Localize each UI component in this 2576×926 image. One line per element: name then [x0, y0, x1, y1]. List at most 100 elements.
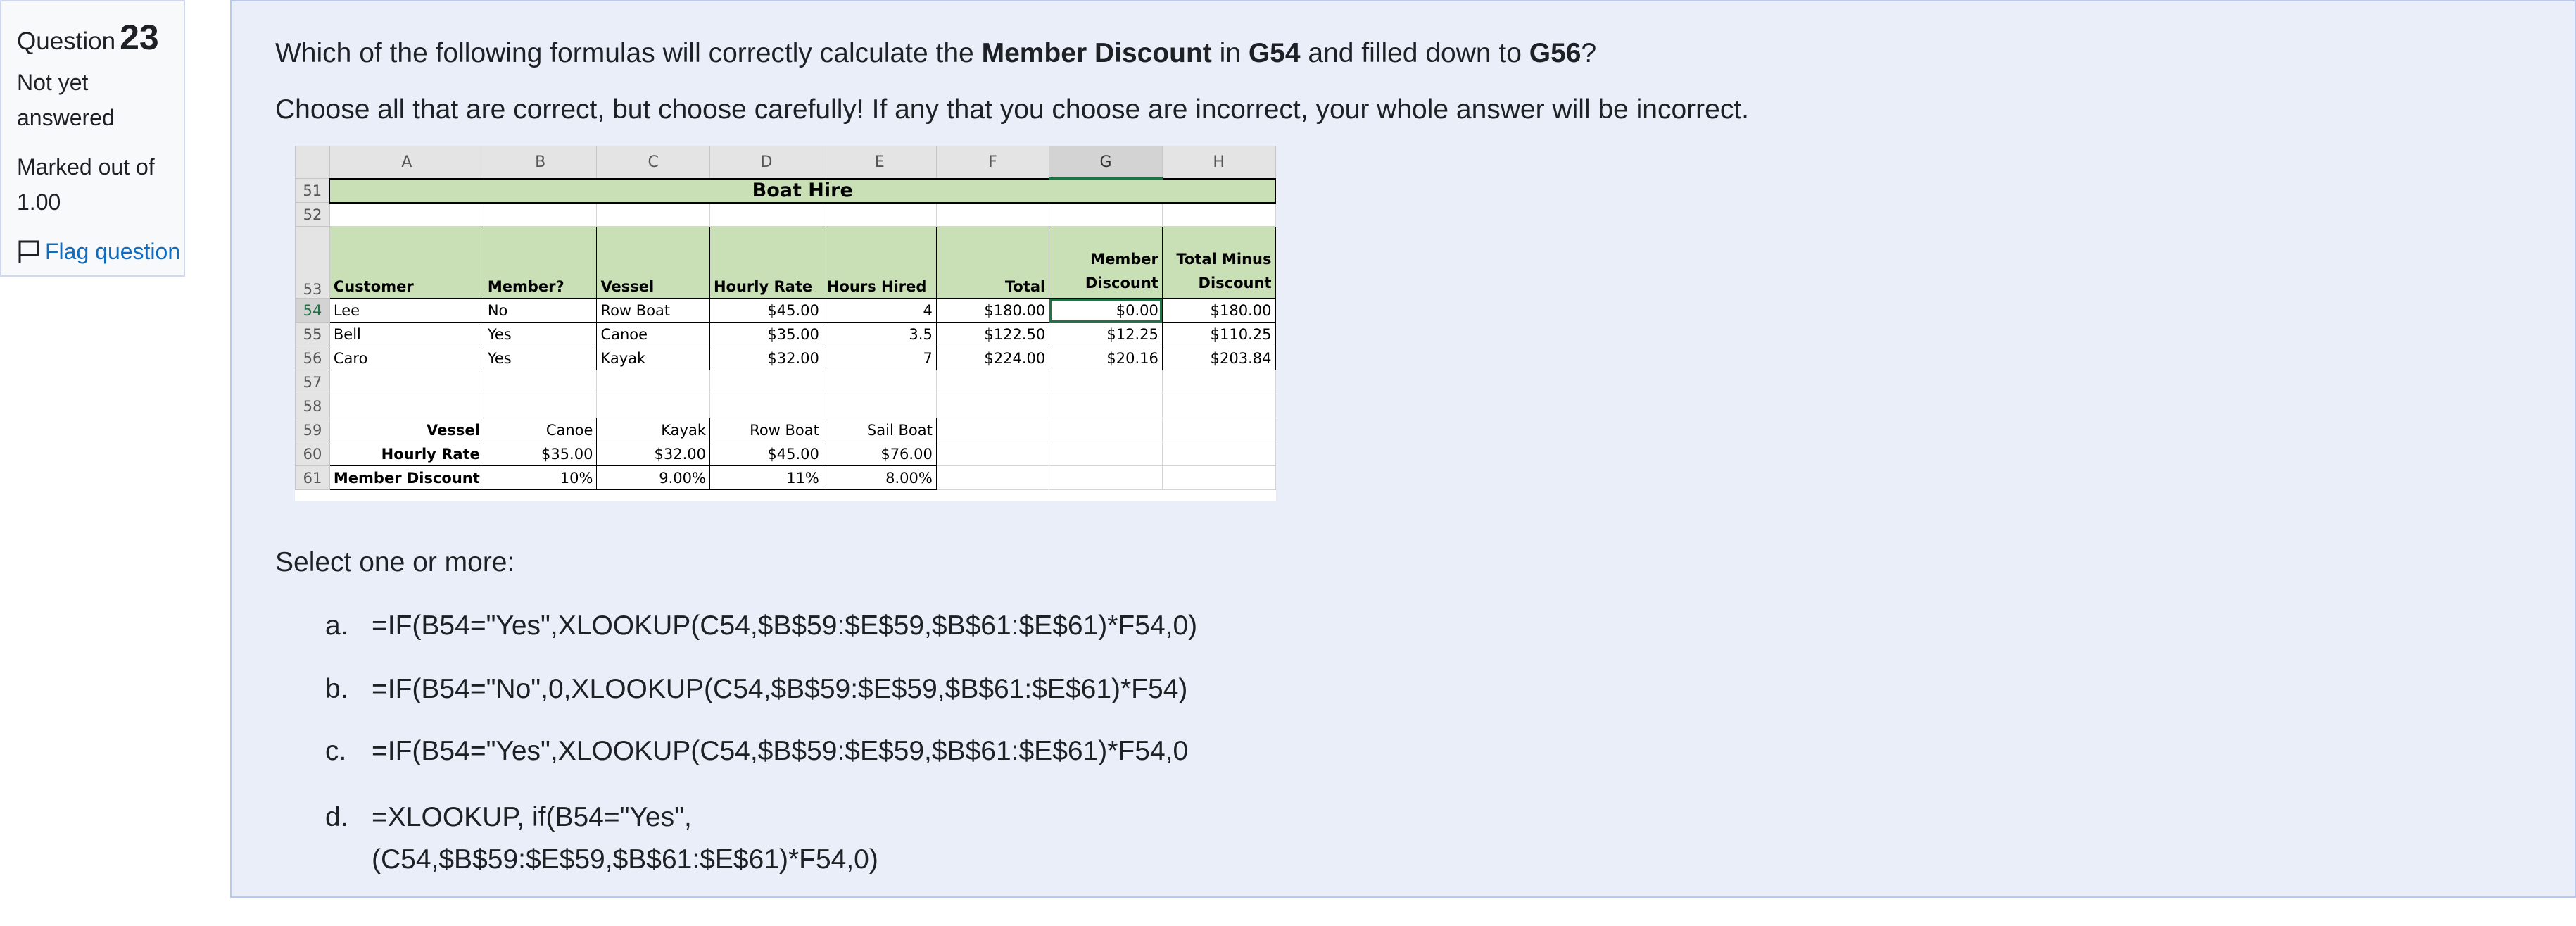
flag-question-link[interactable]: Flag question — [17, 234, 200, 269]
column-header-b: B — [483, 146, 598, 179]
sheet-title: Boat Hire — [329, 177, 1276, 204]
lookup-cell: Kayak — [596, 418, 710, 442]
question-instruction: Choose all that are correct, but choose … — [275, 94, 1750, 125]
row-number: 60 — [295, 442, 330, 466]
lookup-cell: Sail Boat — [822, 418, 937, 442]
cell-vessel: Kayak — [596, 346, 710, 370]
cell-customer: Caro — [329, 346, 484, 370]
cell — [1049, 465, 1163, 490]
question-number: 23 — [120, 18, 159, 57]
cell — [935, 394, 1050, 418]
lookup-cell: Row Boat — [709, 418, 823, 442]
lookup-label-member-discount: Member Discount — [329, 465, 484, 490]
row-number: 52 — [295, 202, 330, 227]
question-label: Question — [17, 27, 116, 55]
option-letter: d. — [325, 802, 348, 832]
row-number: 56 — [295, 346, 330, 370]
sheet-row-60: 60 Hourly Rate $35.00 $32.00 $45.00 $76.… — [295, 442, 1276, 466]
answer-option-b[interactable]: b. =IF(B54="No",0,XLOOKUP(C54,$B$59:$E$59… — [325, 674, 1187, 705]
cell-member-discount: $12.25 — [1049, 322, 1163, 346]
lookup-cell: $45.00 — [709, 442, 823, 466]
lookup-cell: 10% — [483, 465, 598, 490]
option-text-continuation: (C54,$B$59:$E$59,$B$61:$E$61)*F54,0) — [372, 844, 878, 875]
spreadsheet-image: A B C D E F G H 51 Boat Hire 52 53 Custo… — [295, 146, 1276, 501]
select-prompt: Select one or more: — [275, 547, 515, 577]
question-text-part: ? — [1581, 38, 1597, 68]
cell-total: $180.00 — [935, 298, 1050, 323]
cell-customer: Lee — [329, 298, 484, 323]
cell-hourly-rate: $35.00 — [709, 322, 823, 346]
option-text: =XLOOKUP, if(B54="Yes", — [372, 802, 692, 832]
question-state: Not yet answered — [17, 70, 115, 130]
cell-member-discount: $20.16 — [1049, 346, 1163, 370]
cell — [329, 394, 484, 418]
row-number: 57 — [295, 370, 330, 394]
lookup-cell: 8.00% — [822, 465, 937, 490]
option-letter: a. — [325, 611, 348, 641]
lookup-cell: Canoe — [483, 418, 598, 442]
option-letter: c. — [325, 736, 347, 766]
sheet-row-51: 51 Boat Hire — [295, 177, 1276, 204]
column-header-e: E — [822, 146, 937, 179]
cell — [1161, 418, 1276, 442]
sheet-corner — [295, 146, 330, 179]
answer-option-c[interactable]: c. =IF(B54="Yes",XLOOKUP(C54,$B$59:$E$59,… — [325, 736, 1188, 767]
row-number: 55 — [295, 322, 330, 346]
question-text-part: in — [1211, 38, 1249, 68]
lookup-cell: $35.00 — [483, 442, 598, 466]
question-text-bold-member-discount: Member Discount — [981, 38, 1212, 68]
cell-member: Yes — [483, 322, 598, 346]
answer-option-a[interactable]: a. =IF(B54="Yes",XLOOKUP(C54,$B$59:$E$59,… — [325, 611, 1197, 642]
sheet-row-54: 54 Lee No Row Boat $45.00 4 $180.00 $0.0… — [295, 298, 1276, 323]
lookup-cell: $32.00 — [596, 442, 710, 466]
column-header-f: F — [935, 146, 1050, 179]
cell — [1161, 465, 1276, 490]
cell — [1161, 202, 1276, 227]
answer-option-d[interactable]: d. =XLOOKUP, if(B54="Yes", — [325, 802, 692, 833]
lookup-label-hourly-rate: Hourly Rate — [329, 442, 484, 466]
question-grade: Marked out of 1.00 — [17, 154, 155, 215]
question-content: Which of the following formulas will cor… — [230, 0, 2576, 898]
cell — [596, 202, 710, 227]
cell — [709, 370, 823, 394]
cell — [935, 370, 1050, 394]
row-number: 54 — [295, 298, 330, 323]
header-member-discount: Member Discount — [1049, 226, 1163, 299]
cell — [329, 202, 484, 227]
cell-hourly-rate: $32.00 — [709, 346, 823, 370]
cell — [1049, 394, 1163, 418]
cell — [1049, 370, 1163, 394]
sheet-row-59: 59 Vessel Canoe Kayak Row Boat Sail Boat — [295, 418, 1276, 442]
cell-total-minus: $180.00 — [1161, 298, 1276, 323]
row-number: 51 — [295, 178, 330, 203]
question-text: Which of the following formulas will cor… — [275, 38, 1596, 69]
column-header-d: D — [709, 146, 823, 179]
cell — [1049, 418, 1163, 442]
cell — [1161, 442, 1276, 466]
header-total-minus-discount: Total Minus Discount — [1161, 226, 1276, 299]
sheet-row-56: 56 Caro Yes Kayak $32.00 7 $224.00 $20.1… — [295, 346, 1276, 370]
question-text-bold-g54: G54 — [1248, 38, 1301, 68]
column-header-row: A B C D E F G H — [295, 146, 1276, 180]
option-letter: b. — [325, 674, 348, 704]
sheet-header-row: 53 Customer Member? Vessel Hourly Rate H… — [295, 226, 1276, 299]
cell — [935, 465, 1050, 490]
question-text-bold-g56: G56 — [1529, 38, 1581, 68]
header-customer: Customer — [329, 226, 484, 299]
row-number: 59 — [295, 418, 330, 442]
cell-member-discount-selected: $0.00 — [1049, 298, 1163, 323]
flag-question-label: Flag question — [45, 239, 181, 264]
sheet-row-61: 61 Member Discount 10% 9.00% 11% 8.00% — [295, 465, 1276, 490]
cell-member: No — [483, 298, 598, 323]
column-header-a: A — [329, 146, 484, 179]
cell — [596, 394, 710, 418]
cell-hours: 3.5 — [822, 322, 937, 346]
cell — [709, 394, 823, 418]
flag-icon — [18, 240, 39, 263]
spreadsheet-table: A B C D E F G H 51 Boat Hire 52 53 Custo… — [295, 146, 1276, 490]
cell-member: Yes — [483, 346, 598, 370]
lookup-cell: 11% — [709, 465, 823, 490]
cell — [596, 370, 710, 394]
header-vessel: Vessel — [596, 226, 710, 299]
cell-vessel: Row Boat — [596, 298, 710, 323]
